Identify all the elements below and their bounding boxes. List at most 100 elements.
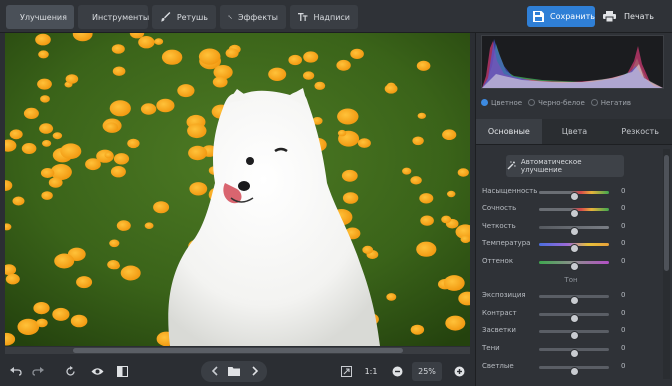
undo-button[interactable] <box>6 362 26 380</box>
slider-row: Сочность 0 <box>482 203 660 218</box>
open-folder-button[interactable] <box>224 362 244 380</box>
slider-handle[interactable] <box>570 296 579 305</box>
flower <box>442 129 457 140</box>
flower <box>116 220 131 231</box>
horizontal-scrollbar[interactable] <box>5 347 470 354</box>
flower <box>420 215 434 226</box>
panel-scrollbar[interactable] <box>663 149 670 379</box>
flower <box>188 145 208 161</box>
slider-label: Экспозиция <box>482 291 526 299</box>
flower <box>40 95 50 103</box>
slider-track[interactable] <box>539 261 609 271</box>
previous-photo-button[interactable] <box>204 362 224 380</box>
photo-canvas[interactable] <box>5 33 470 346</box>
redo-button[interactable] <box>28 362 48 380</box>
flower <box>17 318 40 335</box>
slider-value: 0 <box>621 257 626 265</box>
slider-value: 0 <box>621 291 626 299</box>
preview-button[interactable] <box>87 362 107 380</box>
slider-track[interactable] <box>539 330 609 340</box>
printer-icon <box>603 11 616 22</box>
slider-label: Температура <box>482 239 531 247</box>
slider-handle[interactable] <box>570 349 579 358</box>
auto-enhance-button[interactable]: Автоматическое улучшение <box>506 155 624 177</box>
slider-track[interactable] <box>539 226 609 236</box>
flower <box>416 241 437 257</box>
slider-handle[interactable] <box>570 262 579 271</box>
mode-negative-option[interactable]: Негатив <box>590 99 631 107</box>
flower <box>112 66 126 76</box>
panel-scrollbar-thumb[interactable] <box>664 155 669 271</box>
slider-track[interactable] <box>539 313 609 323</box>
histogram-graph <box>482 39 663 88</box>
actual-size-button[interactable]: 1:1 <box>360 362 382 380</box>
flower <box>52 307 70 321</box>
tab-retouch[interactable]: Ретушь <box>152 5 216 29</box>
save-icon <box>533 11 544 22</box>
slider-value: 0 <box>621 309 626 317</box>
zoom-in-button[interactable] <box>449 362 469 380</box>
flower <box>198 48 221 65</box>
slider-row: Светлые 0 <box>482 361 660 376</box>
flower <box>341 169 358 182</box>
slider-handle[interactable] <box>570 331 579 340</box>
flower <box>76 276 93 289</box>
flower <box>362 245 374 254</box>
horizontal-scrollbar-thumb[interactable] <box>73 348 403 353</box>
tab-colors[interactable]: Цвета <box>541 119 608 145</box>
slider-handle[interactable] <box>570 209 579 218</box>
flower <box>189 182 208 196</box>
chevron-right-icon <box>251 366 258 376</box>
slider-handle[interactable] <box>570 227 579 236</box>
undo-icon <box>10 367 22 376</box>
color-mode-group: Цветное Черно-белое Негатив <box>481 95 667 111</box>
mode-label: Черно-белое <box>538 99 585 107</box>
next-photo-button[interactable] <box>245 362 265 380</box>
slider-handle[interactable] <box>570 367 579 376</box>
tab-captions[interactable]: Надписи <box>290 5 358 29</box>
flower <box>109 100 131 117</box>
slider-track[interactable] <box>539 191 609 201</box>
flower <box>412 136 424 146</box>
eye-icon <box>91 367 103 375</box>
slider-label: Оттенок <box>482 257 514 265</box>
tab-enhancements[interactable]: Улучшения <box>6 5 74 29</box>
flower <box>447 190 456 198</box>
print-button[interactable]: Печать <box>601 6 663 27</box>
slider-row: Оттенок 0 <box>482 256 660 271</box>
tab-label: Эффекты <box>238 12 278 22</box>
tab-label: Инструменты <box>92 12 150 22</box>
compare-button[interactable] <box>112 362 132 380</box>
tab-tools[interactable]: Инструменты <box>78 5 150 29</box>
save-button[interactable]: Сохранить <box>527 6 595 27</box>
tab-effects[interactable]: Эффекты <box>220 5 286 29</box>
flower <box>350 48 364 59</box>
radio-icon <box>481 99 488 106</box>
slider-track[interactable] <box>539 208 609 218</box>
slider-label: Контраст <box>482 309 517 317</box>
slider-track[interactable] <box>539 243 609 253</box>
mode-bw-option[interactable]: Черно-белое <box>528 99 585 107</box>
slider-handle[interactable] <box>570 192 579 201</box>
flower <box>410 324 425 335</box>
fit-to-screen-button[interactable] <box>336 362 356 380</box>
zoom-out-button[interactable] <box>387 362 407 380</box>
slider-handle[interactable] <box>570 244 579 253</box>
slider-track[interactable] <box>539 348 609 358</box>
slider-track[interactable] <box>539 295 609 305</box>
bottom-toolbar: 1:1 25% <box>0 356 475 386</box>
slider-value: 0 <box>621 362 626 370</box>
slider-track[interactable] <box>539 366 609 376</box>
slider-row: Насыщенность 0 <box>482 186 660 201</box>
slider-row: Температура 0 <box>482 238 660 253</box>
mode-color-option[interactable]: Цветное <box>481 99 522 107</box>
slider-handle[interactable] <box>570 314 579 323</box>
flower <box>39 123 54 134</box>
zoom-level[interactable]: 25% <box>412 362 442 381</box>
reset-button[interactable] <box>60 362 80 380</box>
flower <box>187 123 207 139</box>
zoom-out-icon <box>392 366 402 376</box>
flower <box>40 168 55 178</box>
tab-sharpness[interactable]: Резкость <box>607 119 672 145</box>
tab-basic[interactable]: Основные <box>476 119 542 145</box>
